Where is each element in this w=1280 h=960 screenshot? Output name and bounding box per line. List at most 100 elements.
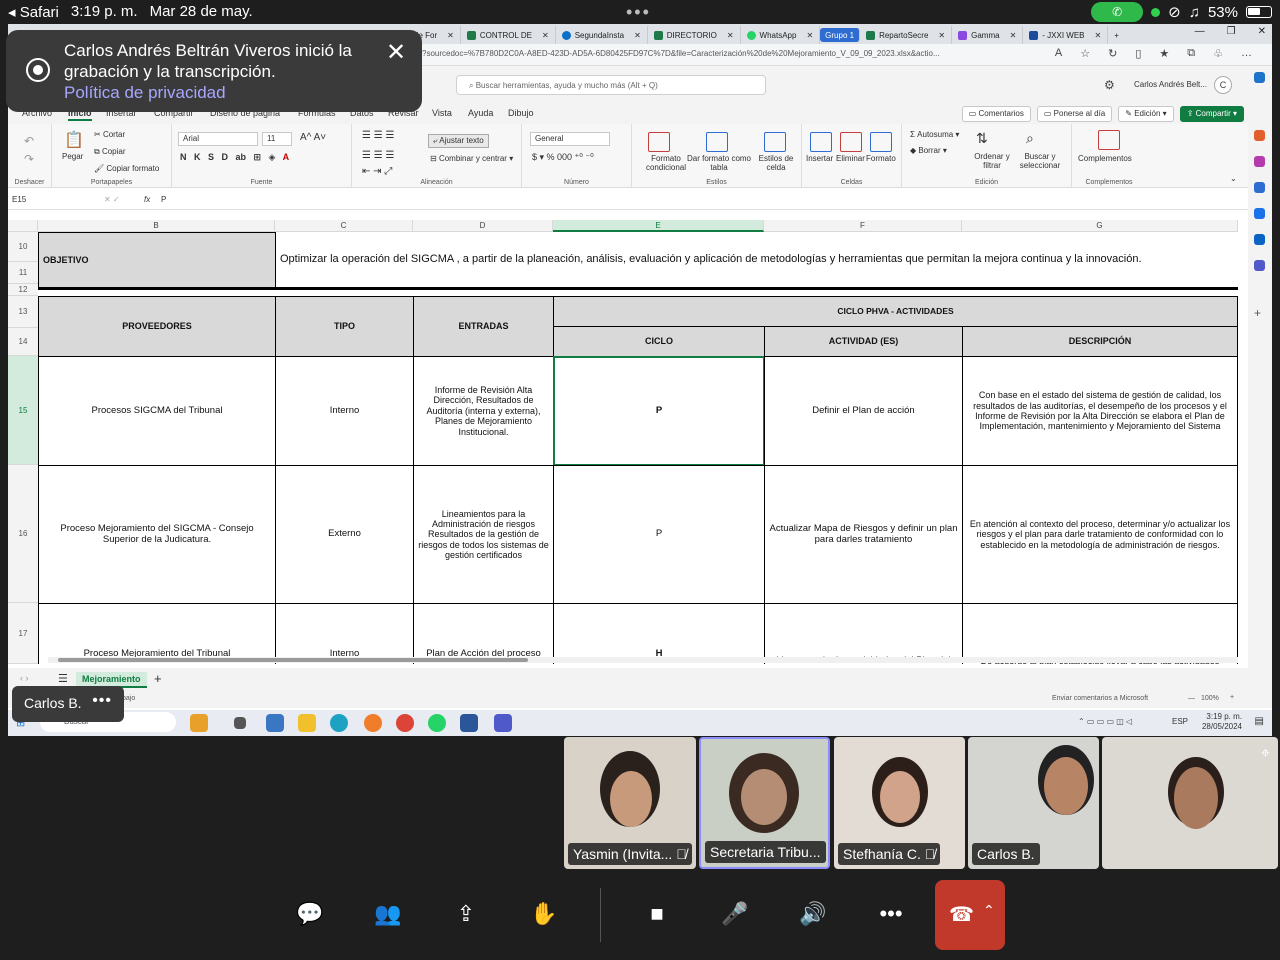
raise-hand-icon[interactable]: ✋ [524,894,564,934]
format-cells-button[interactable]: Formato [866,154,896,163]
cell-entradas[interactable]: Lineamientos para la Administración de r… [413,465,554,604]
cell-actividad[interactable]: Actualizar Mapa de Riesgos y definir un … [764,465,963,604]
conditional-format-icon[interactable] [648,132,670,152]
zoom-level[interactable]: 100% [1201,695,1219,702]
format-cells-icon[interactable] [870,132,892,152]
chrome-icon[interactable] [396,714,414,732]
favorite-star-icon[interactable]: ☆ [1080,47,1090,60]
word-icon[interactable] [460,714,478,732]
switch-camera-icon[interactable]: ⌖ [1261,745,1270,763]
number-format-icons[interactable]: $ ▾ % 000 ⁺⁰ ⁻⁰ [532,152,594,163]
objetivo-text-cell[interactable]: Optimizar la operación del SIGCMA , a pa… [275,232,1238,288]
new-tab-button[interactable]: + [1108,26,1125,44]
participant-tile-speaking[interactable]: Secretaria Tribu... [699,737,830,869]
column-header-b[interactable]: B [38,220,275,232]
taskbar-clock[interactable]: 3:19 p. m. 28/05/2024 [1202,712,1242,732]
taskbar-photos-icon[interactable] [266,714,284,732]
participant-tile[interactable]: Carlos B. [968,737,1099,869]
multitasking-dots-icon[interactable]: ••• [626,2,651,23]
file-explorer-icon[interactable] [298,714,316,732]
read-aloud-icon[interactable]: A [1055,47,1062,60]
outlook-icon[interactable] [1254,208,1265,219]
row-header[interactable]: 13 [8,296,38,328]
table-format-icon[interactable] [706,132,728,152]
insert-cells-icon[interactable] [810,132,832,152]
cell-proveedor[interactable]: Proceso Mejoramiento del Tribunal [38,603,276,664]
cell-tipo[interactable]: Externo [275,465,414,604]
font-grow-icon[interactable]: A^ A˅ [300,132,326,143]
close-icon[interactable]: ✕ [727,31,734,40]
task-view-icon[interactable] [234,717,246,729]
copy-button[interactable]: ⧉ Copiar [94,147,126,157]
paste-button[interactable]: Pegar [62,152,83,161]
browser-tab[interactable]: Gamma ✕ [952,26,1024,44]
presenter-name-pill[interactable]: Carlos B. ••• [12,686,124,722]
header-ciclo-phva[interactable]: CICLO PHVA - ACTIVIDADES [553,296,1238,327]
teams-taskbar-icon[interactable] [494,714,512,732]
horizontal-scroll-thumb[interactable] [58,658,528,662]
find-select-icon[interactable]: ⌕ [1026,130,1034,147]
vertical-align-icons[interactable]: ☰ ☰ ☰ [362,130,394,141]
favorites-icon[interactable]: ★ [1159,47,1169,60]
objetivo-label-cell[interactable]: OBJETIVO [38,232,276,288]
search-input[interactable]: ⌕ Buscar herramientas, ayuda y mucho más… [456,75,766,95]
participant-tile[interactable]: Stefhanía C. 🎙̸ [834,737,965,869]
copilot-icon[interactable] [1254,72,1265,83]
close-window-icon[interactable]: ✕ [1258,26,1266,37]
merge-center-button[interactable]: ⊟ Combinar y centrar ▾ [430,154,513,163]
cell-descripcion[interactable]: De acuerdo al plan establecido llevar a … [962,603,1238,664]
cell-tipo[interactable]: Interno [275,356,414,466]
delete-cells-button[interactable]: Eliminar [836,154,865,163]
close-icon[interactable]: ✕ [634,31,641,40]
menu-dibujo[interactable]: Dibujo [508,108,534,118]
cell-actividad[interactable]: Llevar a cabo las actividades del Plan d… [764,603,963,664]
font-style-buttons[interactable]: N K S D ab ⊞ ◈ A [180,152,289,163]
cell-descripcion[interactable]: En atención al contexto del proceso, det… [962,465,1238,604]
fx-icon[interactable]: fx [144,195,150,204]
browser-tab[interactable]: CONTROL DE ✕ [461,26,556,44]
sheets-menu-icon[interactable]: ☰ [58,672,68,685]
ribbon-collapse-icon[interactable]: ⌄ [1230,174,1237,183]
close-icon[interactable]: ✕ [806,31,813,40]
taskbar-briefcase-icon[interactable] [190,714,208,732]
browser-tab[interactable]: DIRECTORIO ✕ [648,26,741,44]
cell-descripcion[interactable]: Con base en el estado del sistema de ges… [962,356,1238,466]
paste-icon[interactable]: 📋 [64,130,84,150]
participant-tile[interactable]: Yasmin (Invita... 🎙̸ [564,737,696,869]
header-tipo[interactable]: TIPO [275,296,414,357]
send-icon[interactable] [1254,234,1265,245]
more-icon[interactable]: … [1241,47,1252,60]
browser-tab[interactable]: WhatsApp ✕ [741,26,821,44]
zoom-in-icon[interactable]: + [1230,694,1234,701]
row-header[interactable]: 16 [8,465,38,603]
briefcase-icon[interactable] [1254,130,1265,141]
cell-ciclo[interactable]: P [553,465,765,604]
cut-button[interactable]: ✂ Cortar [94,130,125,139]
privacy-policy-link[interactable]: Política de privacidad [64,82,374,103]
extensions-icon[interactable]: ♧ [1213,47,1223,60]
menu-vista[interactable]: Vista [432,108,452,118]
browser-tab-group[interactable]: Grupo 1 [820,28,861,42]
row-header-selected[interactable]: 15 [8,356,38,465]
add-icon[interactable]: + [1254,306,1265,320]
notifications-icon[interactable]: ▤ [1255,716,1264,727]
clear-button[interactable]: ◆ Borrar ▾ [910,146,947,155]
font-name-select[interactable]: Arial [178,132,258,146]
column-header-d[interactable]: D [413,220,553,232]
header-actividad[interactable]: ACTIVIDAD (ES) [764,326,963,357]
menu-ayuda[interactable]: Ayuda [468,108,493,118]
cell-proveedor[interactable]: Proceso Mejoramiento del SIGCMA - Consej… [38,465,276,604]
browser-tab[interactable]: RepartoSecre ✕ [860,26,953,44]
horizontal-align-icons[interactable]: ☰ ☰ ☰ [362,150,394,161]
comments-button[interactable]: ▭ Comentarios [961,106,1031,122]
end-call-button[interactable]: ☎ ⌃ [935,880,1005,950]
participants-icon[interactable]: 👥 [368,894,408,934]
camera-icon[interactable]: ■ [637,894,677,934]
table-format-button[interactable]: Dar formato como tabla [686,154,752,172]
cell-tipo[interactable]: Interno [275,603,414,664]
column-header-c[interactable]: C [275,220,413,232]
sort-filter-button[interactable]: Ordenar y filtrar [972,152,1012,170]
refresh-icon[interactable]: ↻ [1108,47,1117,60]
teams-icon[interactable] [1254,260,1265,271]
column-header-f[interactable]: F [764,220,962,232]
